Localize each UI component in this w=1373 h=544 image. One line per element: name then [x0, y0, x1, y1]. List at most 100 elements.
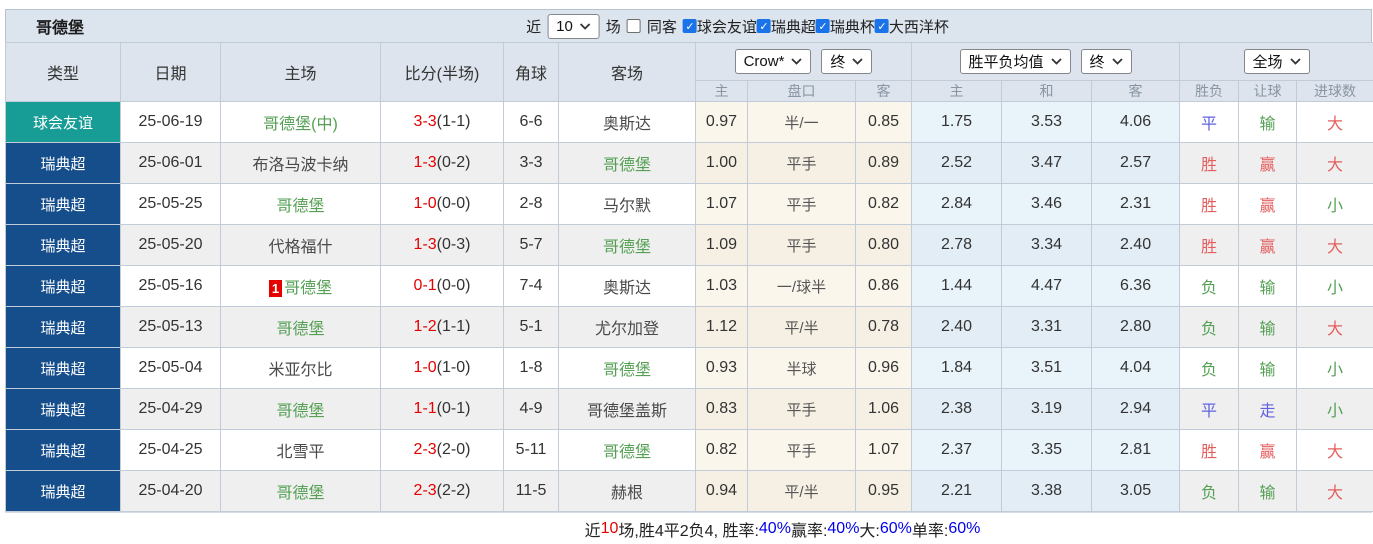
corners-cell: 4-9 [503, 388, 559, 430]
league-filter-checkbox-2[interactable] [815, 19, 830, 33]
result-handicap-cell: 输 [1238, 306, 1298, 348]
col-header-date: 日期 [120, 42, 221, 102]
league-type-cell: 瑞典超 [5, 142, 121, 184]
summary-segment: 40% [827, 519, 860, 537]
result-handicap-cell: 输 [1238, 347, 1298, 389]
handicap-home-odds: 0.83 [695, 388, 748, 430]
home-team-cell: 哥德堡 [220, 183, 381, 225]
chevron-down-icon [1050, 58, 1062, 65]
subcol-avg-away: 客 [1091, 80, 1181, 102]
matches-label: 场 [605, 18, 621, 36]
subcol-goals: 进球数 [1296, 80, 1373, 102]
handicap-odds-group-header: Crow* 终 [694, 42, 913, 81]
home-team-name: 哥德堡 [276, 321, 325, 338]
toolbar: 哥德堡 近 10 场 同客 球会友谊瑞典超瑞典杯大西洋杯 [5, 9, 1372, 42]
handicap-away-odds: 0.85 [854, 101, 913, 143]
summary-footer: 近 10 场,胜4平2负4, 胜率: 40% 赢率: 40% 大: 60% 单率: 60% [5, 512, 1372, 544]
league-type-cell: 瑞典超 [5, 183, 121, 225]
score-cell: 1-1(0-1) [380, 388, 504, 430]
col-header-away: 客场 [558, 42, 696, 102]
avg-away-odds: 2.80 [1091, 306, 1181, 348]
handicap-line: 平手 [747, 183, 856, 225]
result-handicap-cell: 赢 [1238, 224, 1298, 266]
home-team-name: 代格福什 [268, 239, 333, 256]
halftime-score: (2-0) [436, 441, 471, 458]
result-wdl-cell: 负 [1179, 265, 1240, 307]
avg-away-odds: 2.57 [1091, 142, 1181, 184]
corners-cell: 11-5 [503, 470, 559, 512]
result-wdl-cell: 胜 [1179, 183, 1240, 225]
halftime-score: (0-3) [436, 236, 471, 253]
handicap-home-odds: 1.09 [695, 224, 748, 266]
handicap-home-odds: 0.97 [695, 101, 748, 143]
handicap-away-odds: 0.82 [854, 183, 913, 225]
summary-segment: 单率: [911, 522, 949, 540]
home-team-cell: 哥德堡(中) [220, 101, 381, 143]
handicap-away-odds: 1.07 [854, 429, 913, 471]
chevron-down-icon [852, 58, 864, 65]
result-wdl-cell: 负 [1179, 306, 1240, 348]
away-team-cell: 哥德堡盖斯 [558, 388, 696, 430]
avg-away-odds: 2.31 [1091, 183, 1181, 225]
subcol-avg-home: 主 [911, 80, 1003, 102]
halftime-score: (0-2) [436, 154, 471, 171]
league-filter-checkbox-1[interactable] [756, 19, 771, 33]
score-cell: 1-3(0-3) [380, 224, 504, 266]
league-type-cell: 瑞典超 [5, 388, 121, 430]
result-goals-cell: 小 [1296, 347, 1373, 389]
filter-controls: 近 10 场 同客 球会友谊瑞典超瑞典杯大西洋杯 [524, 13, 949, 39]
avg-away-odds: 6.36 [1091, 265, 1181, 307]
halftime-score: (1-1) [436, 318, 471, 335]
result-goals-cell: 大 [1296, 101, 1373, 143]
odds-time-select-1[interactable]: 终 [821, 49, 873, 74]
subcol-line: 盘口 [747, 80, 856, 102]
avg-draw-odds: 3.47 [1001, 142, 1093, 184]
avg-home-odds: 1.84 [911, 347, 1003, 389]
score-cell: 3-3(1-1) [380, 101, 504, 143]
corners-cell: 5-1 [503, 306, 559, 348]
same-venue-checkbox[interactable] [626, 19, 641, 33]
corners-cell: 1-8 [503, 347, 559, 389]
result-handicap-cell: 走 [1238, 388, 1298, 430]
avg-odds-select[interactable]: 胜平负均值 [959, 49, 1071, 74]
result-goals-cell: 大 [1296, 306, 1373, 348]
corners-cell: 5-7 [503, 224, 559, 266]
avg-home-odds: 2.40 [911, 306, 1003, 348]
date-cell: 25-05-16 [120, 265, 221, 307]
summary-segment: 60% [948, 519, 981, 537]
result-wdl-cell: 负 [1179, 470, 1240, 512]
recent-count-select[interactable]: 10 [547, 13, 600, 39]
date-cell: 25-05-13 [120, 306, 221, 348]
halftime-score: (0-1) [436, 400, 471, 417]
away-team-cell: 马尔默 [558, 183, 696, 225]
score-cell: 0-1(0-0) [380, 265, 504, 307]
handicap-home-odds: 1.03 [695, 265, 748, 307]
avg-home-odds: 2.78 [911, 224, 1003, 266]
league-filter-label-1: 瑞典超 [770, 18, 816, 36]
subcol-wdl: 胜负 [1179, 80, 1240, 102]
summary-segment: 近 [584, 522, 601, 540]
halftime-score: (1-0) [436, 359, 471, 376]
league-filter-checkbox-0[interactable] [682, 19, 697, 33]
summary-segment: 60% [879, 519, 912, 537]
league-filter-checkbox-3[interactable] [874, 19, 889, 33]
league-type-cell: 瑞典超 [5, 429, 121, 471]
score-cell: 1-3(0-2) [380, 142, 504, 184]
corners-cell: 6-6 [503, 101, 559, 143]
league-type-cell: 瑞典超 [5, 224, 121, 266]
avg-draw-odds: 3.34 [1001, 224, 1093, 266]
odds-company-select[interactable]: Crow* [734, 49, 812, 74]
fulltime-score: 2-3 [413, 441, 437, 458]
away-team-cell: 奥斯达 [558, 101, 696, 143]
date-cell: 25-04-20 [120, 470, 221, 512]
result-handicap-cell: 赢 [1238, 183, 1298, 225]
handicap-line: 平手 [747, 429, 856, 471]
corners-cell: 2-8 [503, 183, 559, 225]
scope-select[interactable]: 全场 [1243, 49, 1310, 74]
chevron-down-icon [1111, 58, 1123, 65]
date-cell: 25-05-20 [120, 224, 221, 266]
handicap-home-odds: 1.00 [695, 142, 748, 184]
result-wdl-cell: 平 [1179, 388, 1240, 430]
odds-time-select-2[interactable]: 终 [1080, 49, 1132, 74]
avg-away-odds: 2.81 [1091, 429, 1181, 471]
